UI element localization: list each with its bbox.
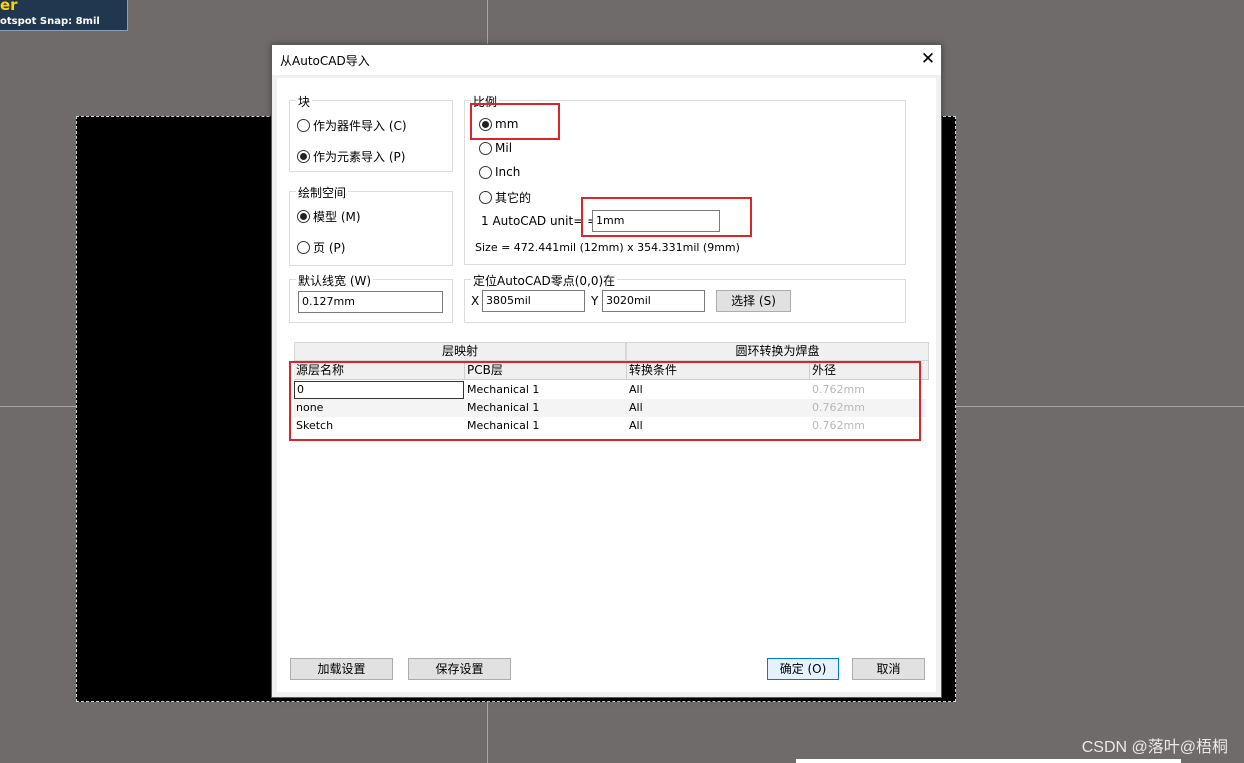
- snap-hud: er otspot Snap: 8mil: [0, 0, 128, 31]
- radio-model-space[interactable]: 模型 (M): [297, 208, 361, 225]
- column-header-condition[interactable]: 转换条件: [627, 361, 810, 380]
- radio-scale-inch[interactable]: Inch: [479, 165, 520, 179]
- size-text: Size = 472.441mil (12mm) x 354.331mil (9…: [475, 241, 740, 254]
- watermark: CSDN @落叶@梧桐: [1081, 739, 1228, 756]
- cell-pcb-layer[interactable]: Mechanical 1: [465, 399, 625, 417]
- load-settings-button[interactable]: 加载设置: [290, 658, 393, 680]
- radio-circle: [297, 119, 310, 132]
- dialog-title: 从AutoCAD导入: [280, 54, 370, 68]
- radio-scale-mil[interactable]: Mil: [479, 141, 512, 155]
- cell-outer-diameter: 0.762mm: [812, 401, 865, 414]
- cell-outer-diameter: 0.762mm: [812, 419, 865, 432]
- line-width-input[interactable]: 0.127mm: [298, 291, 443, 313]
- origin-group: 定位AutoCAD零点(0,0)在 X 3805mil Y 3020mil 选择…: [464, 272, 906, 323]
- unit-label: 1 AutoCAD unit= =: [481, 214, 598, 228]
- cell-source-layer[interactable]: 0: [294, 381, 464, 399]
- hud-snap-text: otspot Snap: 8mil: [0, 16, 100, 27]
- layer-mapping-grid: 层映射 圆环转换为焊盘 源层名称 PCB层 转换条件 外径 0 Mechanic…: [294, 342, 931, 448]
- bottom-panel-edge: [796, 759, 1181, 763]
- radio-label: 页 (P): [313, 241, 346, 255]
- ok-button[interactable]: 确定 (O): [767, 658, 839, 680]
- radio-label: Inch: [495, 165, 521, 179]
- scale-group: 比例 mm Mil Inch 其它的 1 AutoCAD unit= = 1mm…: [464, 93, 906, 265]
- radio-circle-selected: [297, 210, 310, 223]
- line-width-label: 默认线宽 (W): [296, 272, 374, 289]
- cell-pcb-layer[interactable]: Mechanical 1: [465, 417, 625, 435]
- y-label: Y: [591, 294, 599, 308]
- hud-title: er: [0, 0, 18, 14]
- radio-scale-other[interactable]: 其它的: [479, 189, 531, 206]
- radio-circle: [479, 141, 492, 155]
- table-row[interactable]: Sketch Mechanical 1 All 0.762mm: [294, 417, 926, 435]
- radio-label: 模型 (M): [313, 210, 361, 224]
- cell-condition[interactable]: All: [627, 417, 807, 435]
- cell-condition[interactable]: All: [627, 399, 807, 417]
- radio-label: 其它的: [495, 191, 532, 205]
- line-width-group: 默认线宽 (W) 0.127mm: [289, 272, 453, 323]
- table-row[interactable]: 0 Mechanical 1 All 0.762mm: [294, 381, 926, 399]
- radio-label: Mil: [495, 141, 513, 155]
- cell-condition[interactable]: All: [627, 381, 807, 399]
- radio-label: 作为器件导入 (C): [313, 119, 407, 133]
- radio-circle: [297, 241, 310, 254]
- radio-label: 作为元素导入 (P): [313, 150, 406, 164]
- autocad-import-dialog: 从AutoCAD导入 ✕ 块 作为器件导入 (C) 作为元素导入 (P) 绘制空…: [271, 44, 942, 698]
- radio-scale-mm[interactable]: mm: [479, 117, 518, 131]
- radio-paper-space[interactable]: 页 (P): [297, 239, 345, 256]
- column-header-pcb-layer[interactable]: PCB层: [465, 361, 627, 380]
- cancel-button[interactable]: 取消: [852, 658, 925, 680]
- radio-label: mm: [495, 117, 519, 131]
- group-header-layer-mapping: 层映射: [294, 342, 626, 361]
- origin-y-input[interactable]: 3020mil: [602, 290, 705, 312]
- drawing-space-label: 绘制空间: [296, 184, 349, 201]
- dialog-titlebar[interactable]: 从AutoCAD导入 ✕: [272, 45, 941, 75]
- radio-circle-selected: [297, 150, 310, 163]
- save-settings-button[interactable]: 保存设置: [408, 658, 511, 680]
- origin-x-input[interactable]: 3805mil: [482, 290, 585, 312]
- column-header-source-layer[interactable]: 源层名称: [294, 361, 465, 380]
- group-header-ring-to-pad: 圆环转换为焊盘: [626, 342, 929, 361]
- drawing-space-group: 绘制空间 模型 (M) 页 (P): [289, 184, 453, 266]
- select-origin-button[interactable]: 选择 (S): [716, 290, 791, 312]
- radio-circle: [479, 191, 492, 204]
- cell-source-layer[interactable]: Sketch: [294, 417, 464, 435]
- dialog-client: 块 作为器件导入 (C) 作为元素导入 (P) 绘制空间 模型 (M) 页 (P…: [277, 78, 936, 692]
- cell-outer-diameter: 0.762mm: [812, 383, 865, 396]
- table-row[interactable]: none Mechanical 1 All 0.762mm: [294, 399, 926, 417]
- radio-circle-selected: [479, 117, 492, 131]
- radio-import-as-primitive[interactable]: 作为元素导入 (P): [297, 148, 405, 165]
- close-icon[interactable]: ✕: [918, 49, 938, 69]
- column-header-outer-diameter[interactable]: 外径: [810, 361, 929, 380]
- origin-group-label: 定位AutoCAD零点(0,0)在: [471, 272, 618, 289]
- scale-group-label: 比例: [471, 93, 500, 110]
- block-group-label: 块: [296, 93, 313, 110]
- cell-source-layer[interactable]: none: [294, 399, 464, 417]
- cell-pcb-layer[interactable]: Mechanical 1: [465, 381, 625, 399]
- unit-value-input[interactable]: 1mm: [592, 210, 720, 232]
- radio-circle: [479, 165, 492, 179]
- block-group: 块 作为器件导入 (C) 作为元素导入 (P): [289, 93, 453, 172]
- radio-import-as-component[interactable]: 作为器件导入 (C): [297, 117, 407, 134]
- x-label: X: [471, 294, 480, 308]
